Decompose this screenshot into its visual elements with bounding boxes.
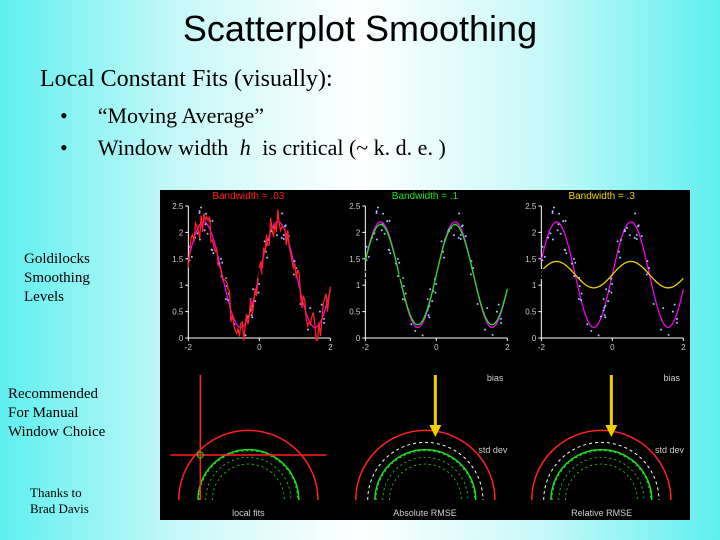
bullet-dot-icon: •	[60, 103, 68, 129]
stddev-label: std dev	[478, 445, 507, 455]
bias-label: bias	[664, 373, 681, 383]
bullet-list: • “Moving Average” • Window width h is c…	[0, 93, 720, 161]
svg-text:0: 0	[610, 343, 615, 352]
bottom-row: local fits bias std dev Absolute RMSE bi…	[160, 355, 690, 520]
svg-text:2.5: 2.5	[349, 202, 361, 211]
svg-text:-2: -2	[538, 343, 546, 352]
svg-text:1.5: 1.5	[349, 255, 361, 264]
svg-text:1: 1	[179, 281, 184, 290]
panel-footer: Relative RMSE	[571, 508, 632, 518]
svg-text:2: 2	[179, 228, 184, 237]
bullet-item: • Window width h is critical (~ k. d. e.…	[60, 135, 720, 161]
chart-area: Bandwidth = .03 00.511.522.5-202 Bandwid…	[160, 190, 690, 520]
svg-text:2: 2	[532, 228, 537, 237]
slide-subtitle: Local Constant Fits (visually):	[0, 50, 720, 93]
stddev-label: std dev	[655, 445, 684, 455]
panel-absolute-rmse: bias std dev Absolute RMSE	[337, 355, 514, 520]
diagnostic-plot-icon	[160, 355, 337, 520]
svg-text:1.5: 1.5	[172, 255, 184, 264]
bandwidth-label: Bandwidth = .03	[212, 191, 284, 202]
variable-h: h	[234, 135, 257, 160]
overlay-too-big: Too Big	[508, 266, 563, 283]
svg-text:0: 0	[434, 343, 439, 352]
svg-text:0: 0	[356, 334, 361, 343]
panel-relative-rmse: bias std dev Relative RMSE	[513, 355, 690, 520]
svg-text:0.5: 0.5	[526, 308, 538, 317]
svg-text:2: 2	[681, 343, 686, 352]
svg-text:2: 2	[356, 228, 361, 237]
recommended-label: Recommended For Manual Window Choice	[8, 385, 105, 441]
bullet-text: Window width h is critical (~ k. d. e. )	[98, 135, 446, 161]
overlay-too-small: Too Small	[195, 266, 266, 283]
svg-text:0.5: 0.5	[172, 308, 184, 317]
svg-text:2.5: 2.5	[526, 202, 538, 211]
bias-label: bias	[487, 373, 504, 383]
panel-footer: Absolute RMSE	[393, 508, 457, 518]
svg-text:2: 2	[505, 343, 510, 352]
svg-text:-2: -2	[361, 343, 369, 352]
svg-text:0.5: 0.5	[349, 308, 361, 317]
panel-localfits: local fits	[160, 355, 337, 520]
bandwidth-label: Bandwidth = .3	[568, 191, 634, 202]
svg-text:1.5: 1.5	[526, 255, 538, 264]
bullet-pre: Window width	[98, 135, 229, 160]
svg-text:2.5: 2.5	[172, 202, 184, 211]
panel-footer: local fits	[232, 508, 265, 518]
overlay-about-right: About Right	[340, 266, 426, 283]
svg-text:0: 0	[257, 343, 262, 352]
bullet-item: • “Moving Average”	[60, 103, 720, 129]
slide-title: Scatterplot Smoothing	[0, 0, 720, 50]
svg-text:2: 2	[328, 343, 333, 352]
svg-text:-2: -2	[185, 343, 193, 352]
bullet-text: “Moving Average”	[98, 103, 264, 129]
bullet-dot-icon: •	[60, 135, 68, 161]
bandwidth-label: Bandwidth = .1	[392, 191, 458, 202]
bullet-post: is critical (~ k. d. e. )	[262, 135, 446, 160]
svg-text:0: 0	[532, 334, 537, 343]
thanks-label: Thanks to Brad Davis	[30, 485, 89, 518]
goldilocks-label: Goldilocks Smoothing Levels	[24, 250, 90, 306]
svg-text:0: 0	[179, 334, 184, 343]
